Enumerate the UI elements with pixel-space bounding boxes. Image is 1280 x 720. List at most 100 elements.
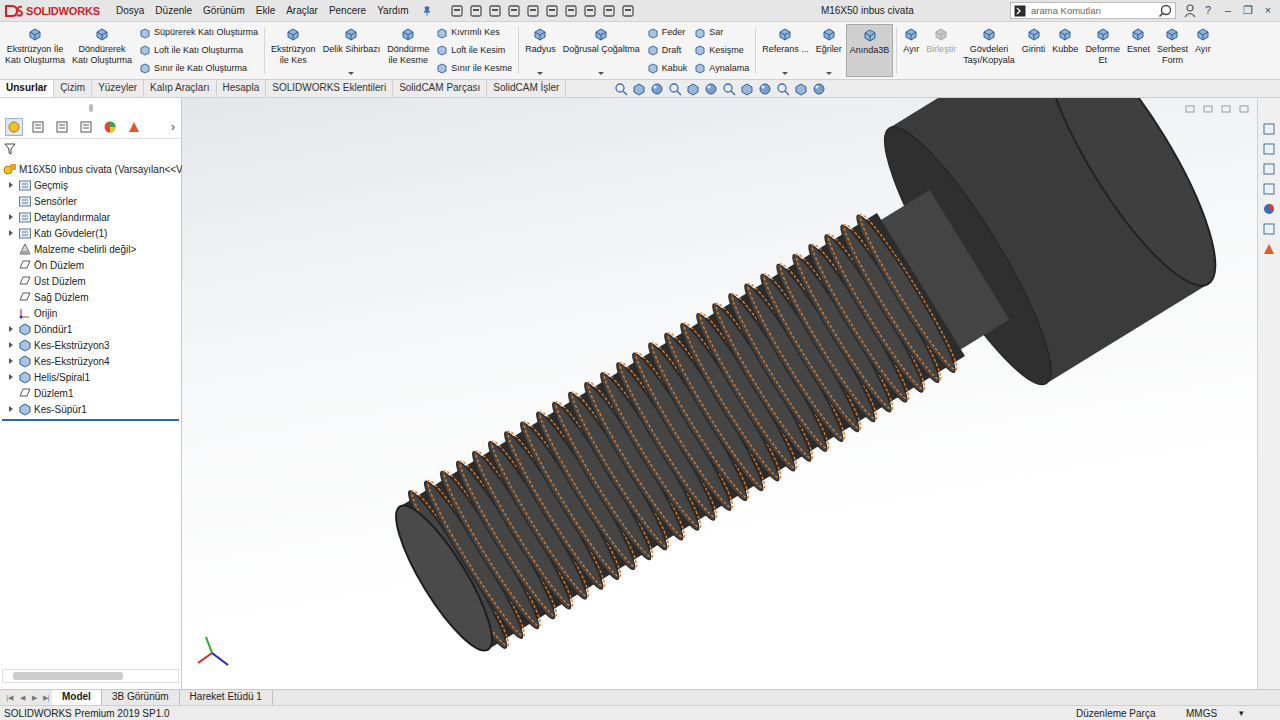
user-icon[interactable] [1184, 4, 1196, 18]
filter-row[interactable] [0, 139, 181, 157]
command-button[interactable]: Referans ... [759, 24, 812, 77]
tab-scroll-button[interactable]: ◀ [16, 690, 28, 705]
appearances-icon[interactable] [1262, 202, 1276, 216]
appearance-icon[interactable] [776, 82, 790, 96]
file-explorer-icon[interactable] [1262, 162, 1276, 176]
select-icon[interactable] [564, 4, 578, 18]
rollback-bar[interactable] [2, 419, 179, 421]
expander[interactable] [6, 230, 16, 236]
tree-item[interactable]: Düzlem1 [0, 385, 181, 401]
search-field[interactable]: arama Komutları [1010, 2, 1176, 19]
file-props-icon[interactable] [602, 4, 616, 18]
command-button[interactable]: Kubbe [1049, 24, 1081, 77]
dropdown-arrow[interactable] [537, 72, 543, 75]
home-icon[interactable] [450, 4, 464, 18]
undo-icon[interactable] [545, 4, 559, 18]
command-button[interactable]: Ekstrüzyon İleKatı Oluşturma [2, 24, 68, 77]
expander[interactable] [6, 406, 16, 412]
view-orientation-icon[interactable] [722, 82, 736, 96]
tree-item[interactable]: Üst Düzlem [0, 273, 181, 289]
expander[interactable] [6, 214, 16, 220]
3d-view-icon[interactable] [704, 82, 718, 96]
command-button[interactable]: Sınır ile Kesme [436, 62, 512, 75]
zoom-fit-icon[interactable] [614, 82, 628, 96]
section-view-icon[interactable] [668, 82, 682, 96]
command-button[interactable]: DeformeEt [1082, 24, 1123, 77]
tree-item[interactable]: Kes-Ekstrüzyon3 [0, 337, 181, 353]
command-button[interactable]: SerbestForm [1154, 24, 1191, 77]
dimxpert-icon[interactable] [78, 119, 94, 135]
command-button[interactable]: Girinti [1019, 24, 1049, 77]
solidcam-icon[interactable] [1262, 242, 1276, 256]
tab-scroll-button[interactable]: ▶| [40, 690, 52, 705]
command-button[interactable]: Ayır [1192, 24, 1214, 77]
design-library-icon[interactable] [1262, 142, 1276, 156]
tree-item[interactable]: Geçmiş [0, 177, 181, 193]
menu-item[interactable]: Düzenle [155, 5, 192, 16]
dropdown-arrow[interactable] [782, 72, 788, 75]
tree-item[interactable]: Sensörler [0, 193, 181, 209]
command-button[interactable]: Eğriler [813, 24, 845, 77]
command-button[interactable]: GövdeleriTaşı/Kopyala [960, 24, 1018, 77]
command-button[interactable]: Kıvrımlı Kes [436, 26, 512, 39]
scene-icon[interactable] [794, 82, 808, 96]
window-control[interactable]: × [1260, 4, 1276, 17]
new-icon[interactable] [469, 4, 483, 18]
window-control[interactable]: ? [1200, 4, 1216, 17]
logo[interactable]: SOLIDWORKS [4, 4, 116, 18]
command-button[interactable]: Anında3B [846, 24, 894, 77]
tree-item[interactable]: Malzeme <belirli değil> [0, 241, 181, 257]
view-settings-icon[interactable] [812, 82, 826, 96]
command-button[interactable]: Ayır [900, 24, 922, 77]
save-icon[interactable] [507, 4, 521, 18]
command-button[interactable]: Süpürerek Katı Oluşturma [139, 26, 258, 39]
tree-item[interactable]: Sağ Düzlem [0, 289, 181, 305]
dropdown-arrow[interactable] [826, 72, 832, 75]
tab-scroll-button[interactable]: ▶ [28, 690, 40, 705]
expander[interactable] [6, 374, 16, 380]
dynamic-annotation-icon[interactable] [686, 82, 700, 96]
pin-icon[interactable] [422, 6, 432, 16]
command-tab[interactable]: SolidCAM Parçası [393, 80, 487, 97]
resources-icon[interactable] [1262, 122, 1276, 136]
command-button[interactable]: DöndürerekKatı Oluşturma [69, 24, 135, 77]
command-tab[interactable]: Hesapla [217, 80, 267, 97]
model-tab[interactable]: Hareket Etüdü 1 [180, 690, 273, 705]
property-manager-icon[interactable] [30, 119, 46, 135]
display-style-icon[interactable] [740, 82, 754, 96]
model-tab[interactable]: Model [52, 690, 102, 705]
rebuild-icon[interactable] [583, 4, 597, 18]
command-tab[interactable]: Çizim [54, 80, 92, 97]
command-tab[interactable]: Kalıp Araçları [144, 80, 216, 97]
command-button[interactable]: Doğrusal Çoğaltma [560, 24, 643, 77]
dropdown-arrow[interactable] [598, 72, 604, 75]
expander[interactable] [6, 342, 16, 348]
bolt-model[interactable] [182, 98, 1257, 689]
tree-item[interactable]: Ön Düzlem [0, 257, 181, 273]
filter-icon[interactable] [4, 143, 16, 155]
panel-handle[interactable] [89, 104, 93, 112]
command-button[interactable]: Sınır ile Katı Oluşturma [139, 62, 258, 75]
feature-tree-icon[interactable] [6, 119, 22, 135]
command-tab[interactable]: SolidCAM İşler [487, 80, 566, 97]
command-button[interactable]: Loft ile Kesim [436, 44, 512, 57]
tree-item[interactable]: Katı Gövdeler(1) [0, 225, 181, 241]
command-button[interactable]: Ekstrüzyonile Kes [268, 24, 319, 77]
open-icon[interactable] [488, 4, 502, 18]
command-button[interactable]: Loft ile Katı Oluşturma [139, 44, 258, 57]
options-icon[interactable] [621, 4, 635, 18]
display-manager-icon[interactable] [102, 119, 118, 135]
viewport-control-icon[interactable] [1239, 104, 1249, 114]
tree-item[interactable]: Orijin [0, 305, 181, 321]
tree-item[interactable]: Helis/Spiral1 [0, 369, 181, 385]
zoom-area-icon[interactable] [632, 82, 646, 96]
menu-item[interactable]: Görünüm [203, 5, 245, 16]
print-icon[interactable] [526, 4, 540, 18]
expander[interactable] [6, 358, 16, 364]
dropdown-arrow[interactable] [348, 72, 354, 75]
menu-item[interactable]: Yardım [377, 5, 409, 16]
command-button[interactable]: Esnet [1124, 24, 1153, 77]
search-icon[interactable] [1158, 4, 1172, 18]
command-button[interactable]: Radyus [522, 24, 559, 77]
command-button[interactable]: Sar [694, 26, 749, 39]
